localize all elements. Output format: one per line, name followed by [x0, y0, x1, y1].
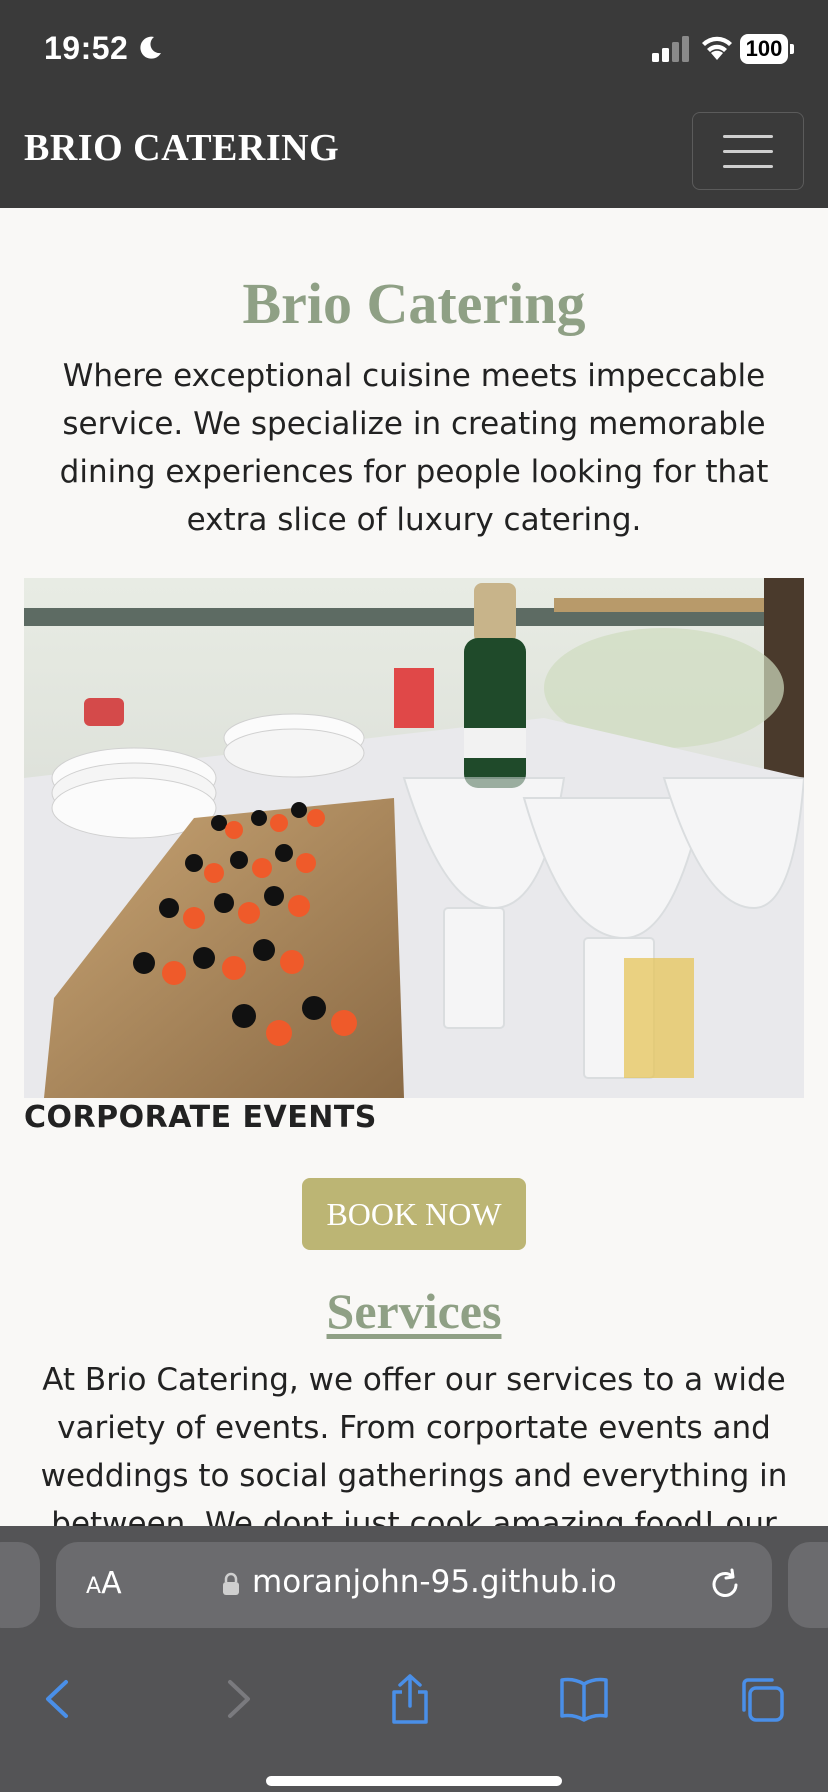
- services-text: At Brio Catering, we offer our services …: [40, 1362, 788, 1526]
- home-indicator: [266, 1776, 562, 1786]
- address-bar[interactable]: AA moranjohn-95.github.io: [56, 1542, 772, 1628]
- battery-level: 100: [740, 34, 788, 64]
- browser-toolbar: AA moranjohn-95.github.io: [0, 1526, 828, 1792]
- text-size-button[interactable]: AA: [86, 1566, 122, 1601]
- moon-icon: [140, 36, 161, 59]
- cellular-signal-icon: [652, 36, 689, 62]
- top-bar: 19:52 100 BRIO CATERING: [0, 0, 828, 208]
- navbar-brand[interactable]: BRIO CATERING: [24, 126, 339, 170]
- hero-title: Brio Catering: [242, 271, 586, 336]
- previous-tab-peek[interactable]: [0, 1542, 40, 1628]
- services-title[interactable]: Services: [0, 1282, 828, 1340]
- tabs-icon[interactable]: [736, 1674, 788, 1724]
- hamburger-icon: [723, 134, 773, 138]
- battery-icon: 100: [740, 34, 794, 64]
- back-icon[interactable]: [32, 1674, 84, 1724]
- lock-icon: [223, 1572, 239, 1595]
- hero-image: [24, 578, 804, 1098]
- event-label: CORPORATE EVENTS: [24, 1100, 377, 1135]
- reload-icon[interactable]: [708, 1568, 742, 1602]
- wifi-icon: [702, 36, 732, 60]
- forward-icon[interactable]: [212, 1674, 264, 1724]
- book-now-button[interactable]: BOOK NOW: [302, 1178, 526, 1250]
- hero-text: Where exceptional cuisine meets impeccab…: [59, 358, 769, 538]
- url-text[interactable]: moranjohn-95.github.io: [252, 1564, 617, 1600]
- navbar-toggle-button[interactable]: [692, 112, 804, 190]
- share-icon[interactable]: [384, 1674, 436, 1724]
- next-tab-peek[interactable]: [788, 1542, 828, 1628]
- bookmarks-icon[interactable]: [558, 1674, 610, 1724]
- status-time: 19:52: [44, 30, 129, 66]
